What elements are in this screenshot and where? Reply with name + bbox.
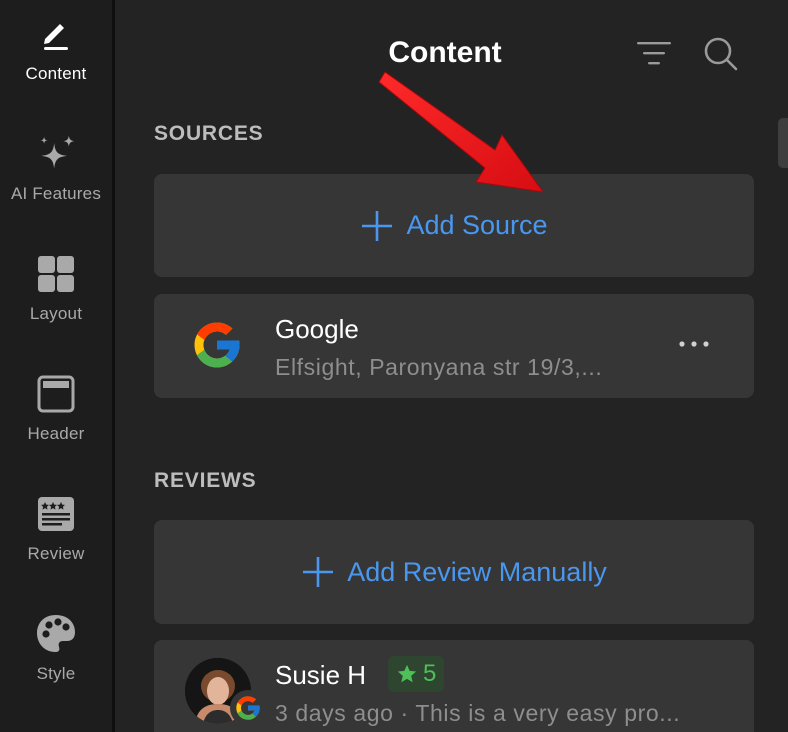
sidebar-item-label: Layout [29,304,83,323]
sidebar-item-label: AI Features [10,184,102,203]
google-logo-icon [190,318,244,372]
sidebar-item-review[interactable]: Review [0,480,112,580]
review-meta: 3 days ago · This is a very easy pro... [275,700,681,726]
more-options-icon[interactable] [676,336,712,352]
star-icon [397,664,417,683]
search-icon[interactable] [703,36,739,72]
source-name: Google [275,314,359,344]
sidebar: Content AI Features Layout Header Review… [0,0,112,732]
grid-icon [34,252,78,296]
scrollbar-thumb[interactable] [778,118,788,168]
header-icon [34,372,78,416]
add-source-button[interactable]: Add Source [154,174,754,277]
sidebar-item-label: Style [36,664,76,683]
rating-badge: 5 [388,656,445,692]
review-card-icon [34,492,78,536]
plus-icon [362,210,393,241]
sidebar-item-content[interactable]: Content [0,0,112,100]
source-item[interactable]: Google Elfsight, Paronyana str 19/3,... [154,294,754,398]
sidebar-item-label: Header [27,424,85,443]
add-review-manually-button[interactable]: Add Review Manually [154,520,754,624]
sidebar-item-style[interactable]: Style [0,600,112,700]
sidebar-item-header[interactable]: Header [0,360,112,460]
content-panel: Content SOURCES Add Source Google Elfsig… [115,0,788,732]
sidebar-item-layout[interactable]: Layout [0,240,112,340]
sidebar-item-ai-features[interactable]: AI Features [0,120,112,220]
review-item[interactable]: Susie H 5 3 days ago · This is a very ea… [154,640,754,732]
reviewer-name: Susie H [275,660,367,690]
sources-heading: SOURCES [154,122,264,145]
app-window: Content AI Features Layout Header Review… [0,0,788,732]
palette-icon [34,612,78,656]
reviews-heading: REVIEWS [154,469,257,492]
filter-icon[interactable] [635,38,673,68]
source-address: Elfsight, Paronyana str 19/3,... [275,354,603,380]
google-badge-icon [230,690,266,726]
add-review-label: Add Review Manually [347,556,607,587]
plus-icon [303,557,334,587]
pen-icon [34,12,78,56]
sidebar-item-label: Review [27,544,85,563]
sparkles-icon [34,132,78,176]
sidebar-item-label: Content [25,64,87,83]
rating-value: 5 [423,660,437,687]
page-title: Content [388,36,502,69]
add-source-label: Add Source [406,210,548,240]
